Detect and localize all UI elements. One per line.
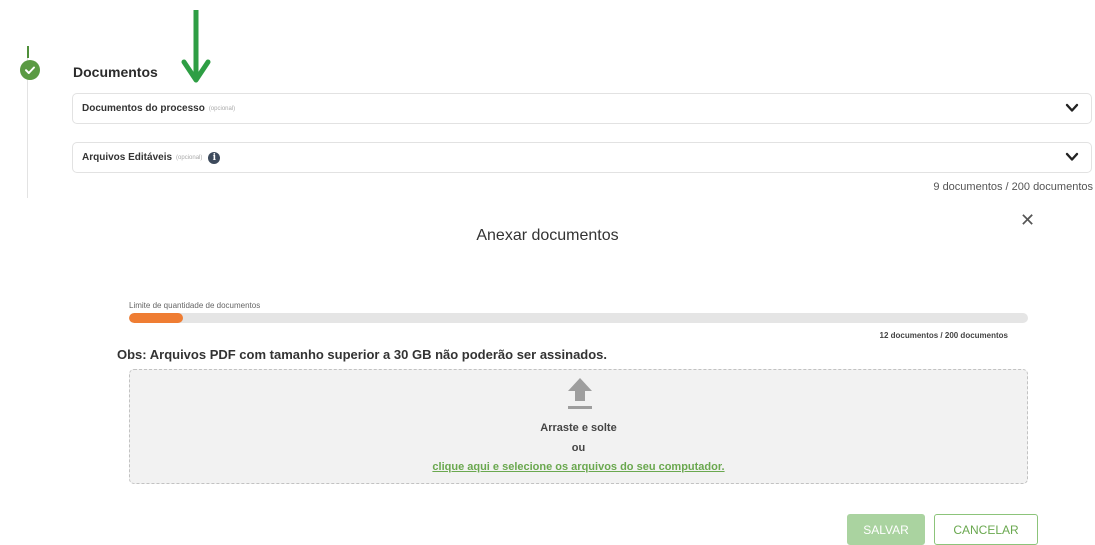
accordion-documentos-do-processo[interactable]: Documentos do processo (opcional) bbox=[72, 93, 1092, 124]
modal-title: Anexar documentos bbox=[476, 227, 619, 244]
limit-label: Limite de quantidade de documentos bbox=[129, 301, 261, 310]
progress-fill bbox=[129, 313, 183, 323]
chevron-down-icon[interactable] bbox=[1065, 151, 1079, 163]
chevron-down-icon[interactable] bbox=[1065, 102, 1079, 114]
optional-tag: (opcional) bbox=[208, 105, 236, 112]
accordion-label: Arquivos Editáveis bbox=[82, 152, 173, 163]
select-files-link[interactable]: clique aqui e selecione os arquivos do s… bbox=[130, 461, 1027, 473]
info-icon[interactable]: i bbox=[208, 151, 221, 164]
file-dropzone[interactable]: Arraste e solte ou clique aqui e selecio… bbox=[129, 369, 1028, 484]
limit-count: 12 documentos / 200 documentos bbox=[879, 331, 1008, 340]
drop-instruction: Arraste e solte bbox=[540, 422, 617, 434]
accordion-label: Documentos do processo bbox=[82, 103, 205, 114]
accordion-arquivos-editaveis[interactable]: Arquivos Editáveis (opcional) i bbox=[72, 142, 1092, 173]
optional-tag: (opcional) bbox=[176, 154, 203, 161]
timeline-connector bbox=[27, 46, 29, 58]
pdf-size-notice: Obs: Arquivos PDF com tamanho superior a… bbox=[117, 347, 608, 362]
upload-icon bbox=[568, 378, 592, 409]
save-button[interactable]: SALVAR bbox=[847, 514, 925, 545]
document-count: 9 documentos / 200 documentos bbox=[933, 181, 1093, 193]
drop-or: ou bbox=[571, 442, 586, 454]
section-title: Documentos bbox=[73, 64, 158, 80]
annotation-arrow-down-icon bbox=[181, 10, 211, 83]
cancel-button[interactable]: CANCELAR bbox=[934, 514, 1038, 545]
step-complete-check-icon bbox=[20, 60, 40, 80]
document-limit-progress-bar bbox=[129, 313, 1028, 323]
